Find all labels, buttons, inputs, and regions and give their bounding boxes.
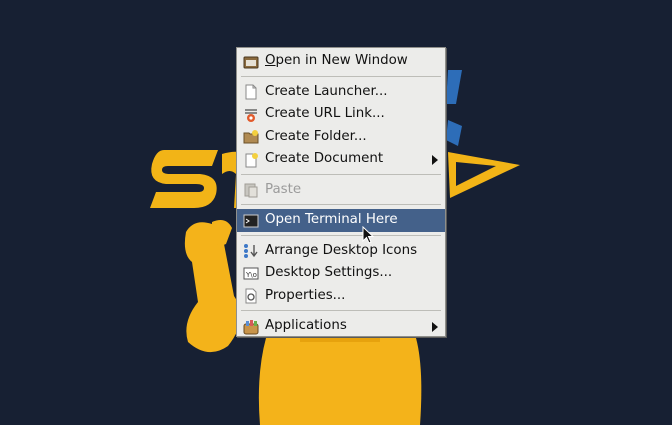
menu-separator <box>241 234 441 236</box>
submenu-arrow-icon <box>432 322 438 332</box>
applications-icon <box>243 319 259 335</box>
menu-item-properties[interactable]: Properties... <box>237 285 445 308</box>
folder-window-icon <box>243 54 259 70</box>
document-icon <box>243 84 259 100</box>
menu-item-label: Create URL Link... <box>265 106 385 121</box>
menu-item-label: Create Launcher... <box>265 83 388 99</box>
menu-item-paste: Paste <box>237 179 445 202</box>
menu-item-label: Create Folder... <box>265 128 367 144</box>
mouse-cursor-icon <box>362 226 375 244</box>
menu-item-create-folder[interactable]: Create Folder... <box>237 126 445 149</box>
menu-item-label: Open in New Window <box>265 53 408 68</box>
menu-item-open-terminal-here[interactable]: Open Terminal Here <box>237 209 445 232</box>
submenu-arrow-icon <box>432 155 438 165</box>
menu-separator <box>241 204 441 205</box>
menu-item-applications[interactable]: Applications <box>237 315 445 338</box>
menu-item-arrange-desktop-icons[interactable]: Arrange Desktop Icons <box>237 240 445 263</box>
folder-icon <box>243 129 259 145</box>
paste-icon <box>243 182 259 198</box>
menu-item-desktop-settings[interactable]: Y\o Desktop Settings... <box>237 262 445 285</box>
menu-item-label: Open Terminal Here <box>265 212 398 227</box>
new-document-icon <box>243 152 259 168</box>
menu-item-create-launcher[interactable]: Create Launcher... <box>237 81 445 104</box>
arrange-icons-icon <box>243 243 259 259</box>
menu-item-label: Arrange Desktop Icons <box>265 242 418 258</box>
url-link-icon <box>243 107 259 123</box>
menu-item-label: Create Document <box>265 151 384 166</box>
desktop-context-menu: Open in New Window Create Launcher... Cr… <box>236 47 446 337</box>
menu-separator <box>241 75 441 77</box>
menu-item-label: Desktop Settings... <box>265 265 393 280</box>
terminal-icon <box>243 213 259 229</box>
properties-icon <box>243 288 259 304</box>
menu-item-open-in-new-window[interactable]: Open in New Window <box>237 50 445 73</box>
menu-item-label: Properties... <box>265 287 346 303</box>
menu-separator <box>241 173 441 175</box>
svg-text:Y\o: Y\o <box>245 271 257 279</box>
menu-item-label: Applications <box>265 318 347 333</box>
menu-item-label: Paste <box>265 181 302 197</box>
desktop-settings-icon: Y\o <box>243 266 259 282</box>
menu-separator <box>241 310 441 311</box>
menu-item-create-url-link[interactable]: Create URL Link... <box>237 103 445 126</box>
menu-item-create-document[interactable]: Create Document <box>237 148 445 171</box>
